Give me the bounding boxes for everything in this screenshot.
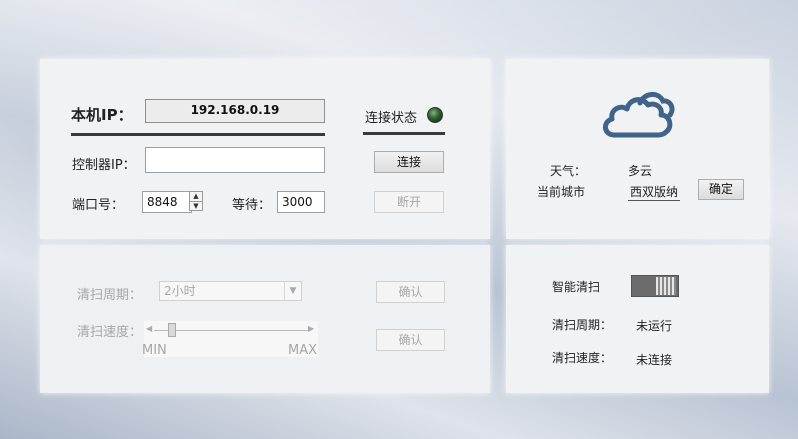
connection-led-icon	[427, 107, 443, 123]
city-confirm-button[interactable]: 确定	[698, 179, 744, 200]
controller-ip-label: 控制器IP：	[72, 158, 136, 173]
speed-confirm-button[interactable]: 确认	[376, 329, 445, 351]
slider-min-label: MIN	[142, 343, 167, 358]
wait-label: 等待：	[232, 198, 272, 213]
ip-divider	[71, 133, 325, 136]
city-label: 当前城市	[537, 185, 586, 199]
city-value[interactable]: 西双版纳	[628, 183, 681, 201]
local-ip-field: 192.168.0.19	[145, 99, 325, 123]
connection-status-label: 连接状态	[365, 111, 418, 126]
local-ip-label: 本机IP：	[71, 106, 133, 124]
weather-label: 天气：	[550, 164, 587, 178]
status-panel: 智能清扫 清扫周期： 未运行 清扫速度： 未连接	[506, 245, 769, 393]
wait-input[interactable]: 3000	[277, 191, 325, 213]
slider-max-label: MAX	[288, 343, 318, 358]
slider-right-arrow-icon: ▶	[308, 324, 315, 333]
stepper-down-icon[interactable]: ▼	[190, 201, 202, 211]
stepper-up-icon[interactable]: ▲	[190, 192, 202, 201]
slider-thumb[interactable]	[168, 323, 176, 337]
status-period-value: 未运行	[636, 319, 673, 333]
slider-left-arrow-icon: ◀	[146, 324, 153, 333]
toggle-knob	[656, 277, 676, 295]
weather-panel: 天气： 多云 当前城市 西双版纳 确定	[506, 59, 769, 239]
slider-track	[154, 330, 310, 331]
period-label: 清扫周期：	[77, 288, 143, 303]
smart-clean-toggle[interactable]	[631, 275, 679, 297]
port-stepper[interactable]: ▲ ▼	[189, 191, 203, 211]
period-select[interactable]: 2小时 ▼	[159, 281, 302, 301]
period-confirm-button[interactable]: 确认	[376, 281, 445, 303]
cleaning-control-panel: 清扫周期： 2小时 ▼ 确认 清扫速度： ◀ ▶ MIN MAX 确认	[40, 245, 490, 393]
network-panel: 本机IP： 192.168.0.19 连接状态 控制器IP： 连接 端口号： 8…	[40, 59, 490, 239]
weather-value: 多云	[628, 164, 653, 178]
connect-button[interactable]: 连接	[374, 151, 444, 173]
status-divider	[363, 132, 445, 135]
port-label: 端口号：	[72, 198, 125, 213]
chevron-down-icon[interactable]: ▼	[284, 282, 301, 300]
cloud-icon	[603, 92, 675, 138]
status-speed-label: 清扫速度：	[552, 351, 613, 365]
controller-ip-input[interactable]	[145, 147, 325, 173]
smart-clean-label: 智能清扫	[552, 280, 601, 294]
period-selected-value: 2小时	[164, 284, 196, 298]
status-speed-value: 未连接	[636, 353, 673, 367]
speed-slider[interactable]: ◀ ▶ MIN MAX	[142, 321, 318, 358]
status-period-label: 清扫周期：	[552, 318, 613, 332]
port-input[interactable]: 8848	[142, 191, 192, 213]
speed-label: 清扫速度：	[77, 325, 143, 340]
disconnect-button[interactable]: 断开	[374, 191, 444, 213]
